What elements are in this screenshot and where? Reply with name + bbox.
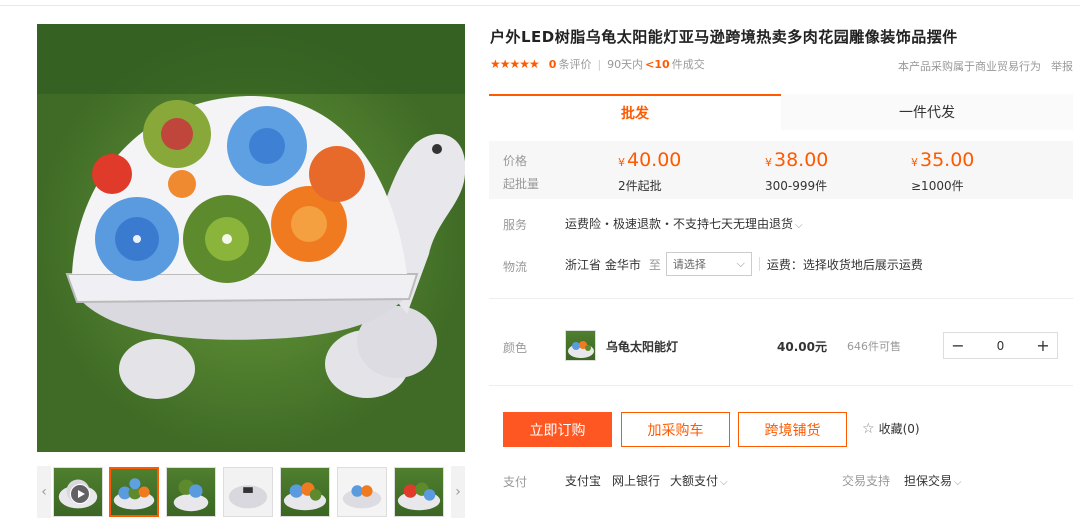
increase-button[interactable]: + xyxy=(1029,333,1057,358)
divider xyxy=(758,257,760,271)
sold-count: <10 xyxy=(645,57,670,71)
thumbnail-3[interactable] xyxy=(223,467,273,517)
destination-select[interactable]: 请选择 ⌵ xyxy=(665,252,752,276)
cross-border-button[interactable]: 跨境铺货 xyxy=(738,412,847,447)
add-to-cart-button[interactable]: 加采购车 xyxy=(621,412,730,447)
payment-large-amount[interactable]: 大额支付 ⌵ xyxy=(670,472,728,489)
min-order-label: 起批量 xyxy=(503,177,540,191)
star-outline-icon: ☆ xyxy=(862,420,875,437)
review-count[interactable]: 0 xyxy=(549,58,557,71)
tier-quantity: 2件起批 xyxy=(618,179,662,193)
currency-symbol: ¥ xyxy=(911,156,918,169)
chevron-down-icon: ⌵ xyxy=(954,477,962,488)
report-link[interactable]: 举报 xyxy=(1051,58,1073,74)
rating-row: ★★★★★ 0 条评价 | 90天内 <10 件成交 xyxy=(490,56,705,72)
payment-large-amount-label: 大额支付 xyxy=(670,474,719,488)
price-tiers: 价格 起批量 ¥40.00 2件起批 ¥38.00 300-999件 ¥35.0… xyxy=(489,141,1073,199)
currency-symbol: ¥ xyxy=(618,156,625,169)
tab-dropship[interactable]: 一件代发 xyxy=(781,94,1073,130)
payment-label: 支付 xyxy=(503,475,528,489)
price-tier-2: ¥38.00 300-999件 xyxy=(765,149,828,194)
thumbnail-6[interactable] xyxy=(394,467,444,517)
tier-price: 38.00 xyxy=(774,149,829,171)
service-text: 运费险・极速退款・不支持七天无理由退货 xyxy=(565,217,794,231)
tier-quantity: ≥1000件 xyxy=(911,179,964,193)
thumbnail-2[interactable] xyxy=(166,467,216,517)
product-title: 户外LED树脂乌龟太阳能灯亚马逊跨境热卖多肉花园雕像装饰品摆件 xyxy=(490,28,958,46)
tier-price: 35.00 xyxy=(920,149,975,171)
thumbnail-video[interactable] xyxy=(53,467,103,517)
trade-note: 本产品采购属于商业贸易行为 xyxy=(898,60,1041,73)
divider xyxy=(489,298,1073,299)
order-now-button[interactable]: 立即订购 xyxy=(503,412,612,447)
rating-separator: | xyxy=(597,57,602,71)
logistics-label: 物流 xyxy=(503,260,528,274)
decrease-button[interactable]: − xyxy=(944,333,972,358)
payment-online-bank[interactable]: 网上银行 xyxy=(612,472,660,489)
main-product-image[interactable] xyxy=(37,24,465,452)
turtle-lamp-illustration xyxy=(37,24,465,452)
price-tier-3: ¥35.00 ≥1000件 xyxy=(911,149,974,194)
chevron-down-icon: ⌵ xyxy=(795,220,803,231)
price-tier-1: ¥40.00 2件起批 xyxy=(618,149,681,194)
payment-alipay[interactable]: 支付宝 xyxy=(565,472,601,489)
play-icon xyxy=(70,484,90,504)
price-label: 价格 xyxy=(503,154,528,168)
sku-price: 40.00元 xyxy=(777,340,827,354)
sold-label: 件成交 xyxy=(671,58,705,71)
logistics-row: 浙江省 金华市 至 请选择 ⌵ 运费：选择收货地后展示运费 xyxy=(565,251,923,277)
thumbnail-1-selected[interactable] xyxy=(109,467,159,517)
thumbnail-next-button[interactable]: › xyxy=(451,466,465,518)
days-label: 90天内 xyxy=(607,58,644,71)
chevron-down-icon: ⌵ xyxy=(736,257,745,270)
tier-price: 40.00 xyxy=(627,149,682,171)
currency-symbol: ¥ xyxy=(765,156,772,169)
quantity-stepper: − 0 + xyxy=(943,332,1058,359)
divider xyxy=(489,385,1073,386)
trade-support-value: 担保交易 xyxy=(904,474,953,488)
service-dropdown[interactable]: 运费险・极速退款・不支持七天无理由退货 ⌵ xyxy=(565,215,803,232)
sku-name: 乌龟太阳能灯 xyxy=(606,340,679,354)
destination-select-value: 请选择 xyxy=(672,258,706,271)
trade-support-label: 交易支持 xyxy=(842,474,891,488)
thumbnail-5[interactable] xyxy=(337,467,387,517)
quantity-input[interactable]: 0 xyxy=(972,333,1029,358)
favorite-label: 收藏(0) xyxy=(878,422,920,436)
shipping-fee-text: 运费：选择收货地后展示运费 xyxy=(766,257,923,272)
color-label: 颜色 xyxy=(503,341,528,355)
thumbnail-strip: ‹ › xyxy=(37,466,465,518)
tier-quantity: 300-999件 xyxy=(765,179,828,193)
thumbnail-4[interactable] xyxy=(280,467,330,517)
trade-support-dropdown[interactable]: 担保交易 ⌵ xyxy=(904,472,962,489)
chevron-down-icon: ⌵ xyxy=(720,477,728,488)
ship-to-label: 至 xyxy=(648,257,661,272)
sku-thumbnail[interactable] xyxy=(565,330,596,361)
top-divider xyxy=(0,5,1080,6)
sku-stock: 646件可售 xyxy=(847,340,901,353)
ship-origin: 浙江省 金华市 xyxy=(565,257,641,272)
purchase-tabs: 批发 一件代发 xyxy=(489,94,1073,130)
favorite-button[interactable]: ☆ 收藏(0) xyxy=(862,420,920,437)
review-label[interactable]: 条评价 xyxy=(558,56,591,72)
thumbnail-prev-button[interactable]: ‹ xyxy=(37,466,51,518)
service-label: 服务 xyxy=(503,218,528,232)
rating-stars-icon: ★★★★★ xyxy=(490,57,540,71)
tab-wholesale[interactable]: 批发 xyxy=(489,94,781,130)
